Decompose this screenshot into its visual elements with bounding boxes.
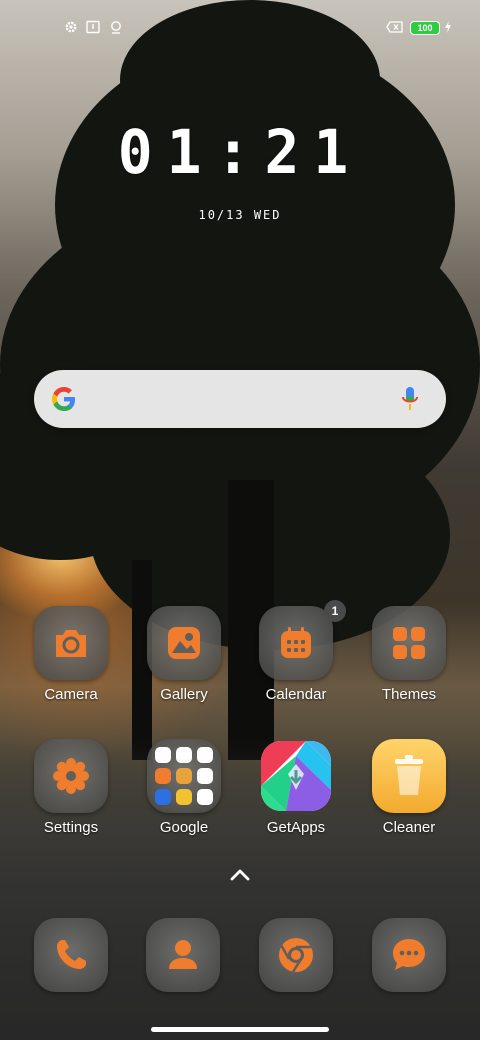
clock-time[interactable]: 01:21 [0, 116, 480, 187]
phone-icon [57, 940, 86, 969]
dock-phone[interactable] [34, 918, 108, 992]
app-label: Cleaner [382, 819, 436, 836]
app-cleaner[interactable]: Cleaner [353, 739, 465, 863]
app-label: Camera [44, 686, 98, 703]
app-calendar[interactable]: 1 Calendar [240, 600, 352, 730]
app-camera[interactable]: Camera [15, 606, 127, 730]
camera-icon[interactable] [34, 606, 108, 680]
dock-messages[interactable] [372, 918, 446, 992]
app-label: Google [159, 819, 209, 836]
calendar-icon[interactable] [259, 606, 333, 680]
notification-box-icon [86, 20, 100, 34]
location-pin-icon [111, 21, 121, 34]
gear-icon [65, 21, 77, 33]
folder-icon[interactable] [147, 739, 221, 813]
app-label: Themes [381, 686, 437, 703]
contacts-icon [169, 940, 197, 969]
app-google-folder[interactable]: Google [128, 739, 240, 863]
trash-can-icon[interactable] [372, 739, 446, 813]
notification-badge: 1 [324, 600, 346, 622]
app-label: GetApps [266, 819, 326, 836]
app-settings[interactable]: Settings [15, 739, 127, 863]
home-indicator[interactable] [151, 1027, 329, 1032]
getapps-icon[interactable] [259, 739, 333, 813]
app-themes[interactable]: Themes [353, 606, 465, 730]
dock-contacts[interactable] [146, 918, 220, 992]
gear-icon[interactable] [34, 739, 108, 813]
battery-icon: 100 [410, 21, 440, 35]
google-search-bar[interactable] [34, 370, 446, 428]
app-gallery[interactable]: Gallery [128, 606, 240, 730]
google-g-icon [52, 387, 75, 411]
chrome-icon [279, 938, 313, 973]
messages-icon [393, 939, 425, 970]
no-sim-icon [386, 21, 403, 33]
app-label: Settings [43, 819, 99, 836]
gallery-icon[interactable] [147, 606, 221, 680]
app-label: Calendar [265, 686, 327, 703]
microphone-icon[interactable] [400, 385, 420, 413]
clock-date: 10/13 WED [198, 208, 282, 222]
app-getapps[interactable]: GetApps [240, 739, 352, 863]
app-label: Gallery [160, 686, 208, 703]
dock-chrome[interactable] [259, 918, 333, 992]
status-bar: 100 [0, 16, 480, 40]
themes-icon[interactable] [372, 606, 446, 680]
chevron-up-icon[interactable] [228, 866, 252, 884]
charging-bolt-icon [445, 21, 451, 33]
